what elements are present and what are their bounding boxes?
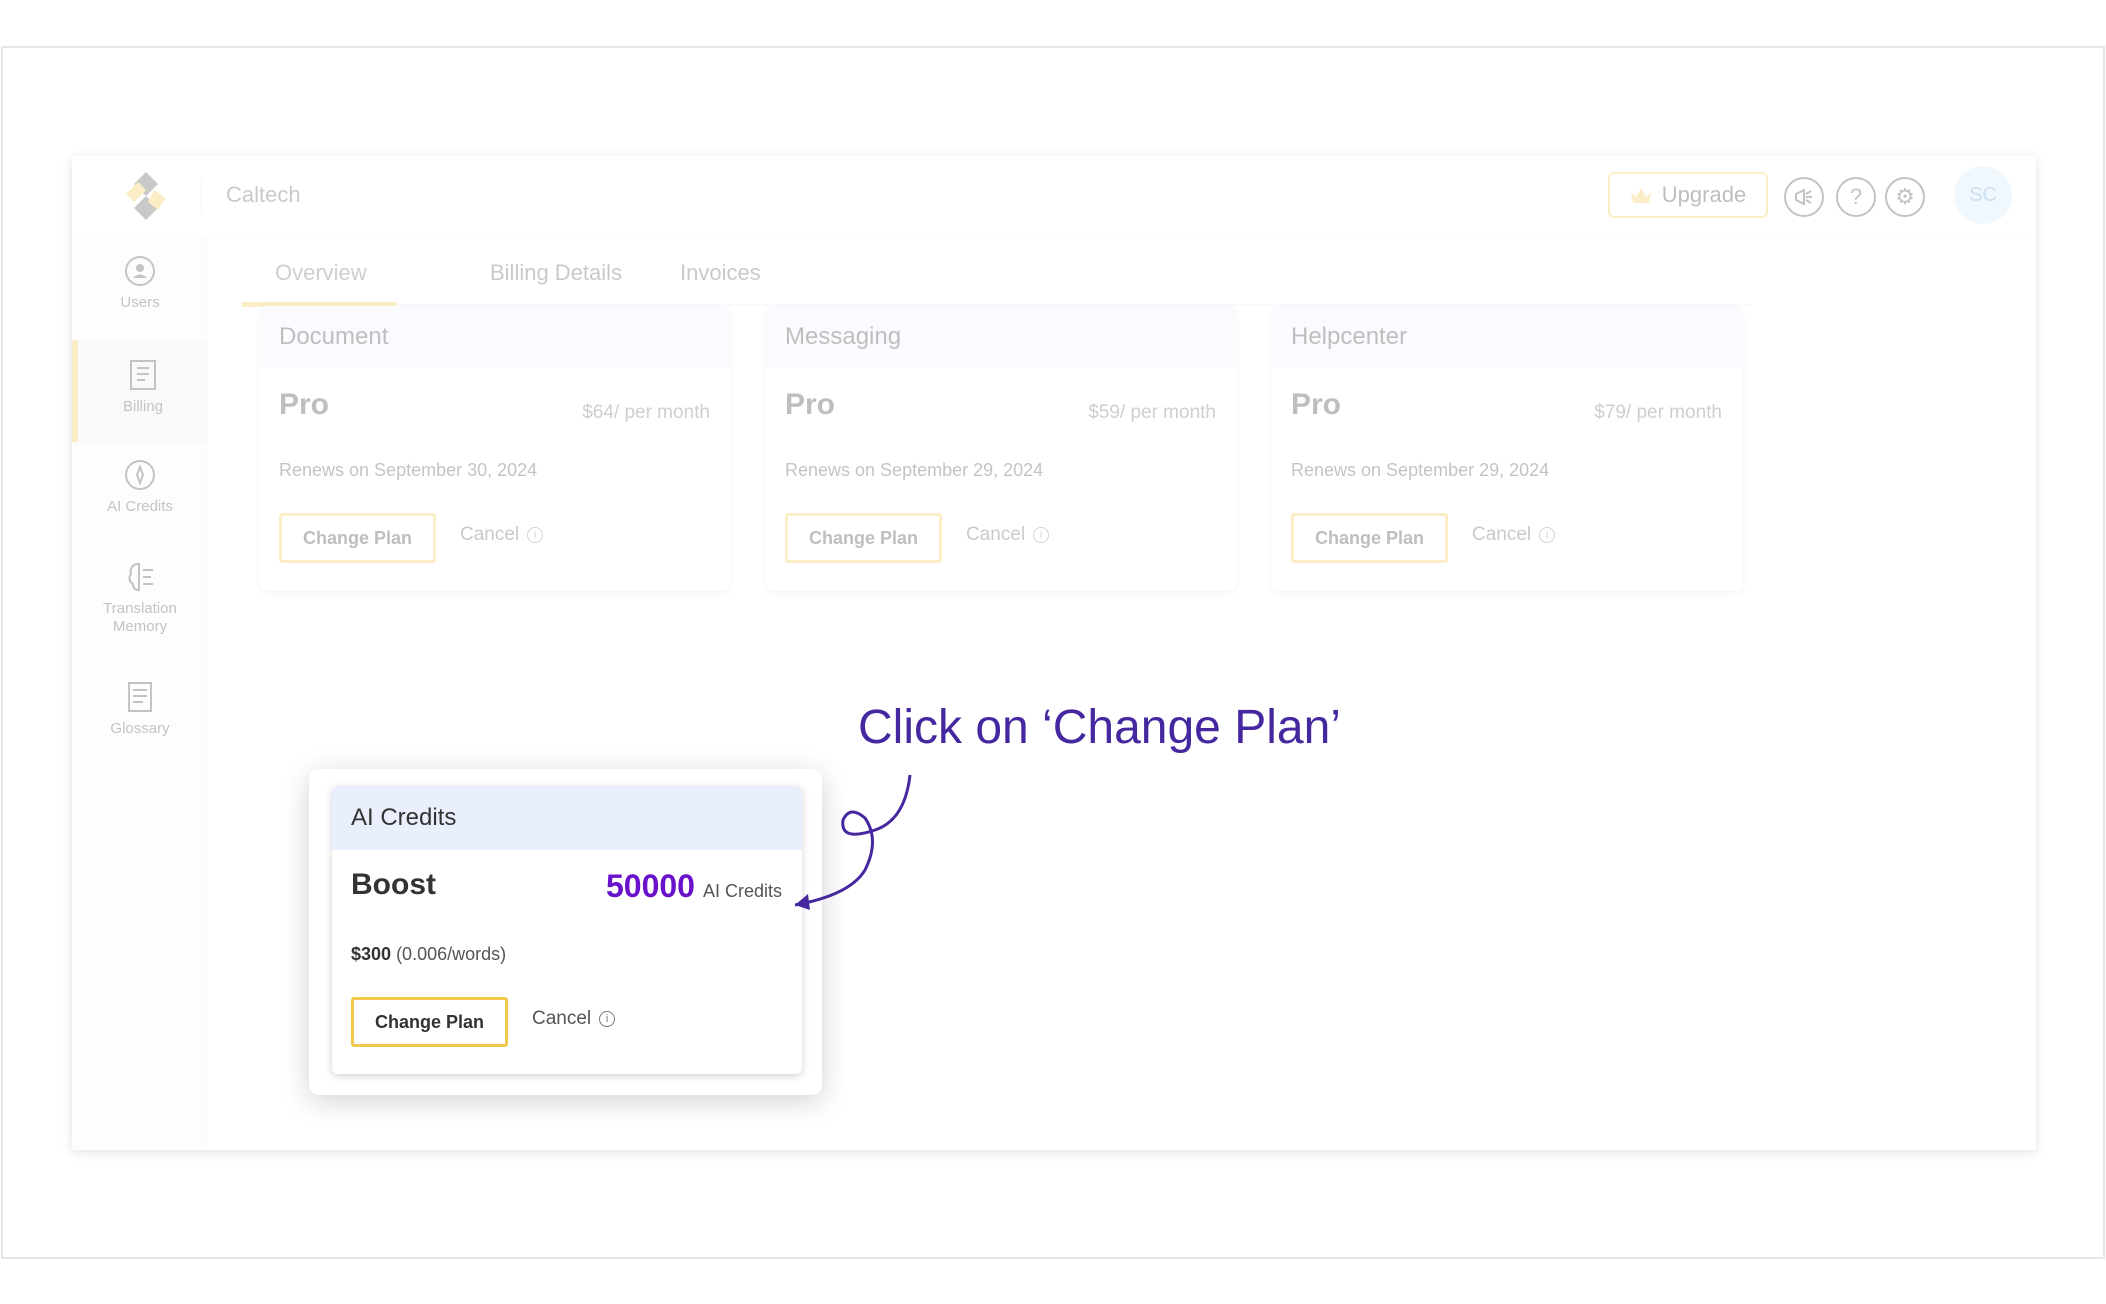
billing-icon xyxy=(130,360,156,390)
plan-card-messaging: Messaging Pro $59/ per month Renews on S… xyxy=(766,306,1236,591)
plan-card-ai-credits: AI Credits Boost 50000 AI Credits $300 (… xyxy=(332,786,802,1074)
credits-amount: 50000 AI Credits xyxy=(606,868,782,905)
card-title: AI Credits xyxy=(332,786,802,850)
tab-billing-details[interactable]: Billing Details xyxy=(490,260,622,286)
upgrade-label: Upgrade xyxy=(1661,182,1747,207)
sidebar-item-label: Users xyxy=(120,294,160,311)
plan-card-document: Document Pro $64/ per month Renews on Se… xyxy=(260,306,730,591)
plan-price: $79/ per month xyxy=(1594,402,1722,423)
sidebar-item-billing[interactable]: Billing xyxy=(72,340,208,442)
renewal-date: Renews on September 29, 2024 xyxy=(785,460,1044,480)
sidebar: Users Billing AI Credits Translation Mem… xyxy=(72,236,208,1150)
ai-credits-icon xyxy=(125,460,155,490)
credits-unit: AI Credits xyxy=(702,881,782,901)
plan-name: Pro xyxy=(785,388,836,421)
curved-arrow-icon xyxy=(794,774,912,910)
users-icon xyxy=(125,256,155,286)
sidebar-item-glossary[interactable]: Glossary xyxy=(72,680,208,770)
change-plan-button[interactable]: Change Plan xyxy=(1291,513,1448,563)
cancel-label: Cancel xyxy=(460,524,520,545)
rate: (0.006/words) xyxy=(396,944,507,964)
cancel-label: Cancel xyxy=(1472,524,1532,545)
settings-icon[interactable]: ⚙ xyxy=(1885,177,1925,217)
cancel-button[interactable]: Cancel i xyxy=(1472,524,1556,546)
logo-icon[interactable] xyxy=(118,168,174,224)
info-icon[interactable]: i xyxy=(599,1011,616,1027)
avatar[interactable]: SC xyxy=(1954,166,2012,224)
plan-price: $64/ per month xyxy=(582,402,710,423)
glossary-icon xyxy=(128,682,152,712)
sidebar-item-label: Translation Memory xyxy=(103,600,177,635)
change-plan-button[interactable]: Change Plan xyxy=(785,513,942,563)
tab-invoices[interactable]: Invoices xyxy=(680,260,761,286)
cancel-button[interactable]: Cancel i xyxy=(460,524,544,546)
crown-icon xyxy=(1630,188,1651,203)
org-name: Caltech xyxy=(226,182,301,207)
info-icon[interactable]: i xyxy=(1539,527,1556,543)
cancel-button[interactable]: Cancel i xyxy=(966,524,1050,546)
tab-overview[interactable]: Overview xyxy=(275,260,367,286)
renewal-date: Renews on September 30, 2024 xyxy=(279,460,538,480)
price: $300 xyxy=(351,944,392,964)
cancel-button[interactable]: Cancel i xyxy=(532,1008,616,1030)
plan-name: Boost xyxy=(351,868,436,901)
sidebar-item-label: Glossary xyxy=(110,720,170,737)
info-icon[interactable]: i xyxy=(527,527,544,543)
change-plan-button[interactable]: Change Plan xyxy=(279,513,436,563)
plan-name: Pro xyxy=(1291,388,1342,421)
announcement-icon[interactable] xyxy=(1784,177,1824,217)
info-icon[interactable]: i xyxy=(1033,527,1050,543)
sidebar-item-label: Billing xyxy=(122,398,164,415)
card-title: Document xyxy=(260,306,730,368)
plan-name: Pro xyxy=(279,388,330,421)
cancel-label: Cancel xyxy=(966,524,1026,545)
translation-memory-icon xyxy=(128,563,153,592)
plan-price: $59/ per month xyxy=(1088,402,1216,423)
change-plan-button[interactable]: Change Plan xyxy=(351,997,508,1047)
top-divider xyxy=(201,178,202,214)
card-title: Messaging xyxy=(766,306,1236,368)
plan-card-helpcenter: Helpcenter Pro $79/ per month Renews on … xyxy=(1272,306,1742,591)
app-window: Caltech Upgrade ? ⚙ SC Users Billing AI … xyxy=(72,156,2036,1150)
credits-number: 50000 xyxy=(605,868,695,904)
sidebar-item-users[interactable]: Users xyxy=(72,254,208,344)
callout-text: Click on ‘Change Plan’ xyxy=(858,701,1341,754)
help-icon[interactable]: ? xyxy=(1836,177,1876,217)
sidebar-item-ai-credits[interactable]: AI Credits xyxy=(72,458,208,548)
renewal-date: Renews on September 29, 2024 xyxy=(1291,460,1550,480)
sidebar-item-label: AI Credits xyxy=(107,498,173,515)
card-title: Helpcenter xyxy=(1272,306,1742,368)
tab-bar: Overview Billing Details Invoices xyxy=(242,246,1752,306)
cancel-label: Cancel xyxy=(532,1008,592,1029)
price-line: $300 (0.006/words) xyxy=(351,944,506,965)
upgrade-button[interactable]: Upgrade xyxy=(1608,172,1768,218)
sidebar-item-translation-memory[interactable]: Translation Memory xyxy=(72,560,208,670)
top-bar: Caltech Upgrade ? ⚙ SC xyxy=(72,156,2036,236)
